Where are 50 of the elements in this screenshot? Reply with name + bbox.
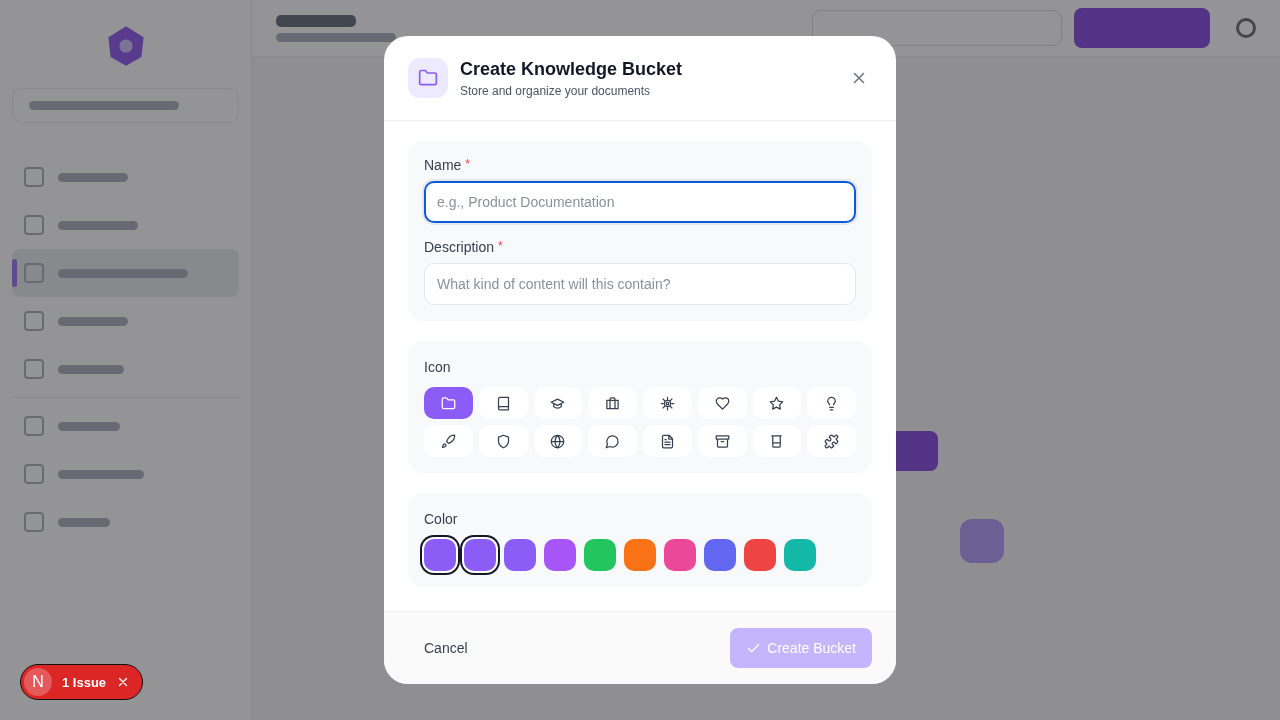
icon-option[interactable] — [424, 425, 473, 457]
color-swatch[interactable] — [504, 539, 536, 571]
heart-icon — [714, 395, 730, 411]
issue-count: 1 Issue — [62, 674, 107, 690]
color-swatch[interactable] — [584, 539, 616, 571]
color-swatch[interactable] — [784, 539, 816, 571]
briefcase-icon — [605, 395, 621, 411]
field-label: Name — [424, 157, 462, 173]
folder-icon — [408, 58, 448, 98]
icon-option[interactable] — [752, 387, 802, 419]
input-field[interactable]: e.g., Product Documentation — [424, 181, 856, 223]
archive-box-icon — [714, 433, 730, 449]
document-icon — [659, 433, 675, 449]
issue-badge[interactable]: N 1 Issue — [20, 664, 144, 700]
shield-icon — [495, 433, 511, 449]
globe-icon — [550, 433, 566, 449]
folder-icon — [440, 395, 456, 411]
icon-option[interactable] — [697, 387, 747, 419]
color-swatch[interactable] — [624, 539, 656, 571]
icon-option[interactable] — [643, 425, 692, 457]
icon-option[interactable] — [697, 425, 747, 457]
section-label: Color — [424, 511, 459, 527]
color-swatch[interactable] — [744, 539, 776, 571]
icon-option[interactable] — [478, 387, 528, 419]
color-swatch[interactable] — [544, 539, 576, 571]
field-label: Description — [424, 239, 495, 255]
required-mark: * — [465, 157, 471, 173]
star-icon — [769, 395, 785, 411]
icon-option[interactable] — [588, 387, 637, 419]
required-mark: * — [498, 239, 503, 255]
puzzle-piece-icon — [824, 433, 840, 449]
icon-option[interactable] — [533, 425, 583, 457]
icon-option[interactable] — [752, 425, 802, 457]
section-label: Icon — [424, 359, 452, 375]
book-icon — [495, 395, 511, 411]
organization-switcher[interactable] — [12, 88, 239, 123]
speech-bubble-icon — [605, 433, 621, 449]
dialog-subtitle: Store and organize your documents — [460, 83, 652, 98]
beaker-icon — [769, 433, 785, 449]
icon-option[interactable] — [643, 387, 692, 419]
settings-icon[interactable] — [1236, 18, 1256, 38]
icon-option[interactable] — [807, 425, 856, 457]
cancel-button[interactable]: Cancel — [408, 632, 484, 664]
dialog-title: Create Knowledge Bucket — [460, 58, 684, 80]
gear-icon — [659, 395, 675, 411]
logo-letter: N — [24, 668, 52, 696]
icon-option[interactable] — [533, 387, 583, 419]
color-swatch[interactable] — [704, 539, 736, 571]
graduation-cap-icon — [550, 395, 566, 411]
color-swatch[interactable] — [664, 539, 696, 571]
